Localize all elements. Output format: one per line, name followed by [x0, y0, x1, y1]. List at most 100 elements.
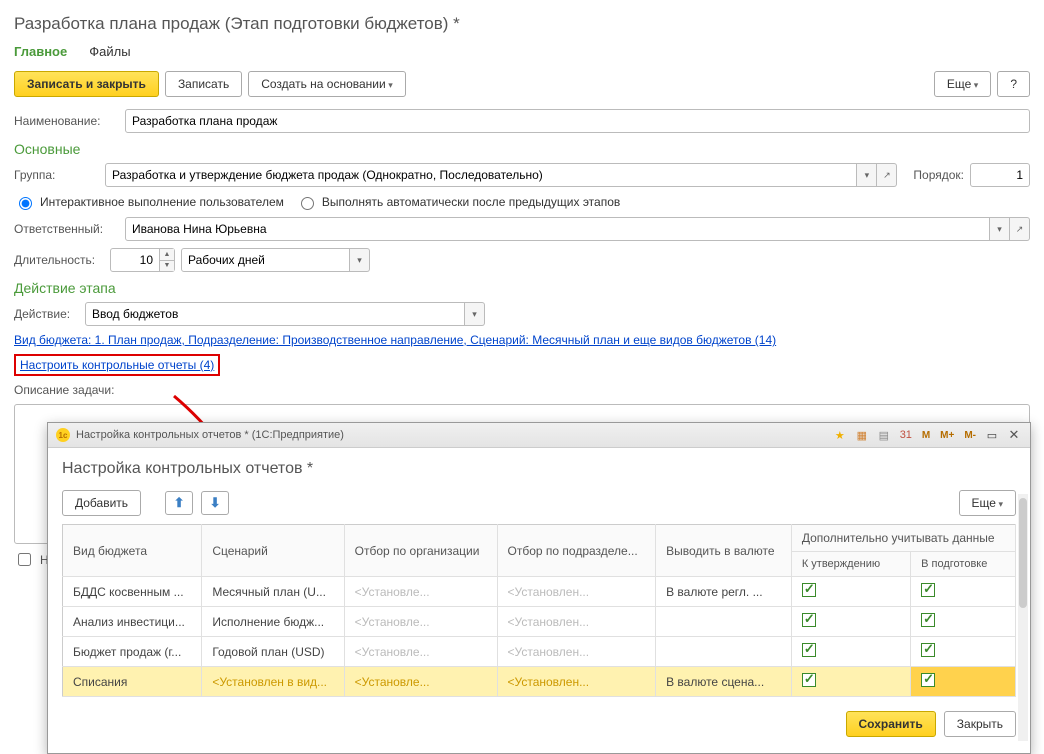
cell-dept[interactable]: <Установлен...: [497, 607, 656, 637]
action-input[interactable]: [85, 302, 465, 326]
cell-approve[interactable]: [791, 577, 910, 607]
cell-dept[interactable]: <Установлен...: [497, 577, 656, 607]
create-based-label: Создать на основании: [261, 77, 386, 91]
cell-approve[interactable]: [791, 667, 910, 697]
responsible-open-icon[interactable]: ↗: [1010, 217, 1030, 241]
radio-auto[interactable]: Выполнять автоматически после предыдущих…: [296, 194, 620, 210]
tab-main[interactable]: Главное: [14, 44, 67, 59]
grid-icon[interactable]: ▦: [854, 427, 870, 443]
group-dropdown-icon[interactable]: ▾: [857, 163, 877, 187]
dialog-close-button[interactable]: Закрыть: [944, 711, 1016, 737]
col-org-filter[interactable]: Отбор по организации: [344, 525, 497, 577]
save-button[interactable]: Записать: [165, 71, 242, 97]
group-input[interactable]: [105, 163, 857, 187]
m-icon[interactable]: M: [920, 430, 932, 441]
cell-org[interactable]: <Установле...: [344, 607, 497, 637]
section-main: Основные: [14, 141, 1030, 157]
help-button[interactable]: ?: [997, 71, 1030, 97]
create-based-button[interactable]: Создать на основании: [248, 71, 406, 97]
m-minus-icon[interactable]: M-: [962, 430, 978, 441]
calendar-icon[interactable]: 31: [898, 427, 914, 443]
col-dept-filter[interactable]: Отбор по подразделе...: [497, 525, 656, 577]
cell-approve[interactable]: [791, 607, 910, 637]
action-label: Действие:: [14, 307, 79, 321]
action-dropdown-icon[interactable]: ▾: [465, 302, 485, 326]
close-icon[interactable]: ✕: [1006, 427, 1022, 443]
cell-scenario[interactable]: Годовой план (USD): [202, 637, 344, 667]
section-stage-action: Действие этапа: [14, 280, 1030, 296]
table-row[interactable]: Анализ инвестици... Исполнение бюдж... <…: [63, 607, 1016, 637]
add-button[interactable]: Добавить: [62, 490, 141, 516]
main-toolbar: Записать и закрыть Записать Создать на о…: [14, 71, 1030, 97]
cell-org[interactable]: <Установле...: [344, 667, 497, 697]
calc-icon[interactable]: ▤: [876, 427, 892, 443]
col-scenario[interactable]: Сценарий: [202, 525, 344, 577]
cell-currency[interactable]: [656, 607, 792, 637]
radio-auto-input[interactable]: [301, 197, 314, 210]
cell-dept[interactable]: <Установлен...: [497, 667, 656, 697]
duration-unit-input[interactable]: [181, 248, 350, 272]
cell-budget[interactable]: БДДС косвенным ...: [63, 577, 202, 607]
save-close-button[interactable]: Записать и закрыть: [14, 71, 159, 97]
cell-prep[interactable]: [911, 577, 1016, 607]
cell-org[interactable]: <Установле...: [344, 577, 497, 607]
dialog-save-button[interactable]: Сохранить: [846, 711, 936, 737]
col-currency[interactable]: Выводить в валюте: [656, 525, 792, 577]
group-label: Группа:: [14, 168, 99, 182]
cell-currency[interactable]: В валюте сцена...: [656, 667, 792, 697]
duration-unit-dropdown-icon[interactable]: ▾: [350, 248, 370, 272]
move-down-button[interactable]: ⬇: [201, 491, 229, 515]
name-input[interactable]: [125, 109, 1030, 133]
radio-interactive-input[interactable]: [19, 197, 32, 210]
radio-interactive[interactable]: Интерактивное выполнение пользователем: [14, 194, 284, 210]
group-open-icon[interactable]: ↗: [877, 163, 897, 187]
check-icon: [921, 583, 935, 597]
configure-reports-link[interactable]: Настроить контрольные отчеты (4): [20, 358, 214, 372]
dialog-header: Настройка контрольных отчетов *: [62, 460, 1016, 478]
duration-up-icon[interactable]: ▲: [160, 249, 174, 261]
highlight-box: Настроить контрольные отчеты (4): [14, 354, 220, 376]
cell-org[interactable]: <Установле...: [344, 637, 497, 667]
duration-input[interactable]: [110, 248, 160, 272]
cell-scenario[interactable]: Месячный план (U...: [202, 577, 344, 607]
move-up-button[interactable]: ⬆: [165, 491, 193, 515]
cell-currency[interactable]: В валюте регл. ...: [656, 577, 792, 607]
cell-budget[interactable]: Анализ инвестици...: [63, 607, 202, 637]
favorite-icon[interactable]: ★: [832, 427, 848, 443]
cell-dept[interactable]: <Установлен...: [497, 637, 656, 667]
radio-interactive-label: Интерактивное выполнение пользователем: [40, 195, 284, 209]
col-extra[interactable]: Дополнительно учитывать данные: [791, 525, 1015, 552]
col-prep[interactable]: В подготовке: [911, 552, 1016, 577]
duration-down-icon[interactable]: ▼: [160, 261, 174, 272]
cell-approve[interactable]: [791, 637, 910, 667]
cell-prep[interactable]: [911, 667, 1016, 697]
dialog-scrollbar[interactable]: [1018, 494, 1028, 741]
reports-grid[interactable]: Вид бюджета Сценарий Отбор по организаци…: [62, 524, 1016, 697]
table-row[interactable]: БДДС косвенным ... Месячный план (U... <…: [63, 577, 1016, 607]
dialog-more-button[interactable]: Еще: [959, 490, 1016, 516]
name-label: Наименование:: [14, 114, 119, 128]
cell-budget[interactable]: Списания: [63, 667, 202, 697]
order-input[interactable]: [970, 163, 1030, 187]
cell-prep[interactable]: [911, 607, 1016, 637]
cell-prep[interactable]: [911, 637, 1016, 667]
responsible-dropdown-icon[interactable]: ▾: [990, 217, 1010, 241]
col-budget[interactable]: Вид бюджета: [63, 525, 202, 577]
duration-label: Длительность:: [14, 253, 104, 267]
tab-files[interactable]: Файлы: [89, 44, 130, 59]
cell-scenario[interactable]: <Установлен в вид...: [202, 667, 344, 697]
more-button[interactable]: Еще: [934, 71, 991, 97]
cell-scenario[interactable]: Исполнение бюдж...: [202, 607, 344, 637]
cell-currency[interactable]: [656, 637, 792, 667]
cell-budget[interactable]: Бюджет продаж (г...: [63, 637, 202, 667]
budget-kind-link[interactable]: Вид бюджета: 1. План продаж, Подразделен…: [14, 333, 776, 347]
more-label: Еще: [947, 77, 971, 91]
m-plus-icon[interactable]: M+: [938, 430, 956, 441]
table-row[interactable]: Списания <Установлен в вид... <Установле…: [63, 667, 1016, 697]
table-row[interactable]: Бюджет продаж (г... Годовой план (USD) <…: [63, 637, 1016, 667]
col-approve[interactable]: К утверждению: [791, 552, 910, 577]
minimize-icon[interactable]: ▭: [984, 427, 1000, 443]
bottom-checkbox[interactable]: [18, 553, 31, 566]
responsible-input[interactable]: [125, 217, 990, 241]
scrollbar-thumb[interactable]: [1019, 498, 1027, 608]
